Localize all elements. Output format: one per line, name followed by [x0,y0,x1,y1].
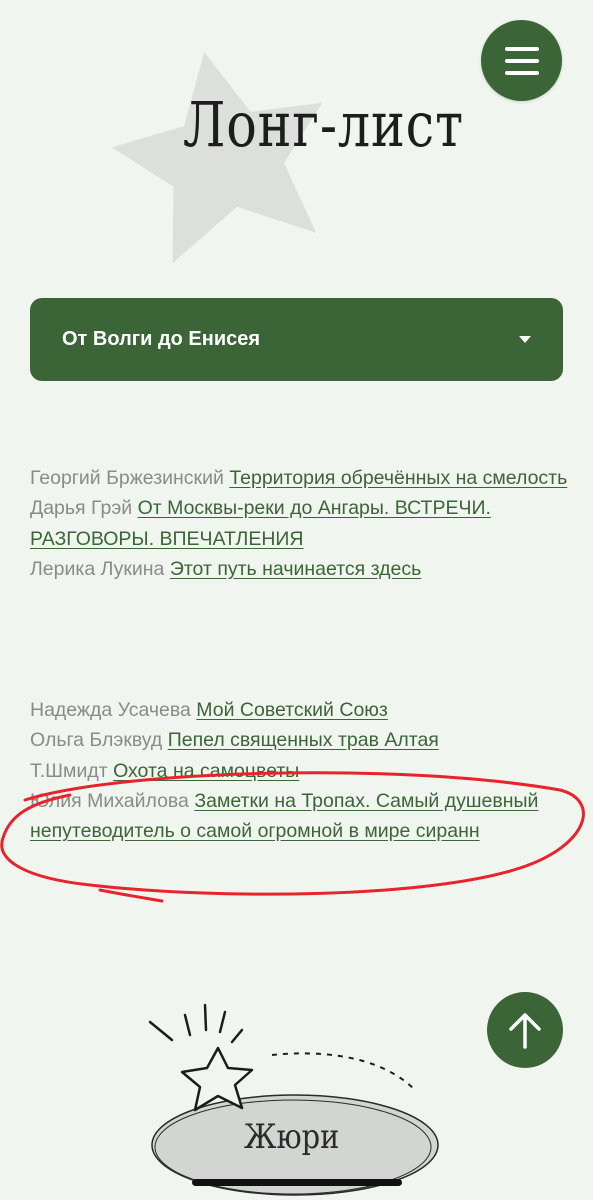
entry-title-link[interactable]: Пепел священных трав Алтая [168,729,439,751]
entry-title-link[interactable]: Территория обречённых на смелость [229,467,567,489]
entry-author: Георгий Бржезинский [30,467,224,489]
dropdown-selected-value: От Волги до Енисея [62,328,261,350]
list-item: Юлия Михайлова Заметки на Тропах. Самый … [30,786,570,847]
category-dropdown[interactable]: От Волги до Енисея [30,298,563,381]
jury-section-title[interactable]: Жюри [244,1117,339,1157]
list-item: Георгий Бржезинский Территория обречённы… [30,463,570,493]
entry-author: Т.Шмидт [30,759,108,782]
entry-author: Дарья Грэй [30,497,133,520]
entry-title-link[interactable]: Охота на самоцветы [113,760,299,782]
entry-author: Лерика Лукина [30,557,165,580]
list-item: Лерика Лукина Этот путь начинается здесь [30,554,570,584]
list-item: Дарья Грэй От Москвы-реки до Ангары. ВСТ… [30,493,570,554]
longlist-group-2: Надежда Усачева Мой Советский Союз Ольга… [30,695,570,846]
page-title: Лонг-лист [183,88,464,161]
scroll-top-button[interactable] [487,992,563,1068]
list-item: Надежда Усачева Мой Советский Союз [30,695,570,725]
entry-title-link[interactable]: Мой Советский Союз [196,699,388,721]
list-item: Т.Шмидт Охота на самоцветы [30,756,570,786]
jury-decoration [148,1003,439,1196]
entry-title-link[interactable]: Этот путь начинается здесь [170,558,421,580]
entry-author: Юлия Михайлова [30,789,189,812]
entry-author: Ольга Блэквуд [30,729,163,752]
caret-down-icon [519,336,531,343]
home-indicator [192,1179,402,1186]
entry-author: Надежда Усачева [30,699,191,721]
arrow-up-icon [509,1013,541,1049]
list-item: Ольга Блэквуд Пепел священных трав Алтая [30,725,570,755]
longlist-group-1: Георгий Бржезинский Территория обречённы… [30,463,570,584]
